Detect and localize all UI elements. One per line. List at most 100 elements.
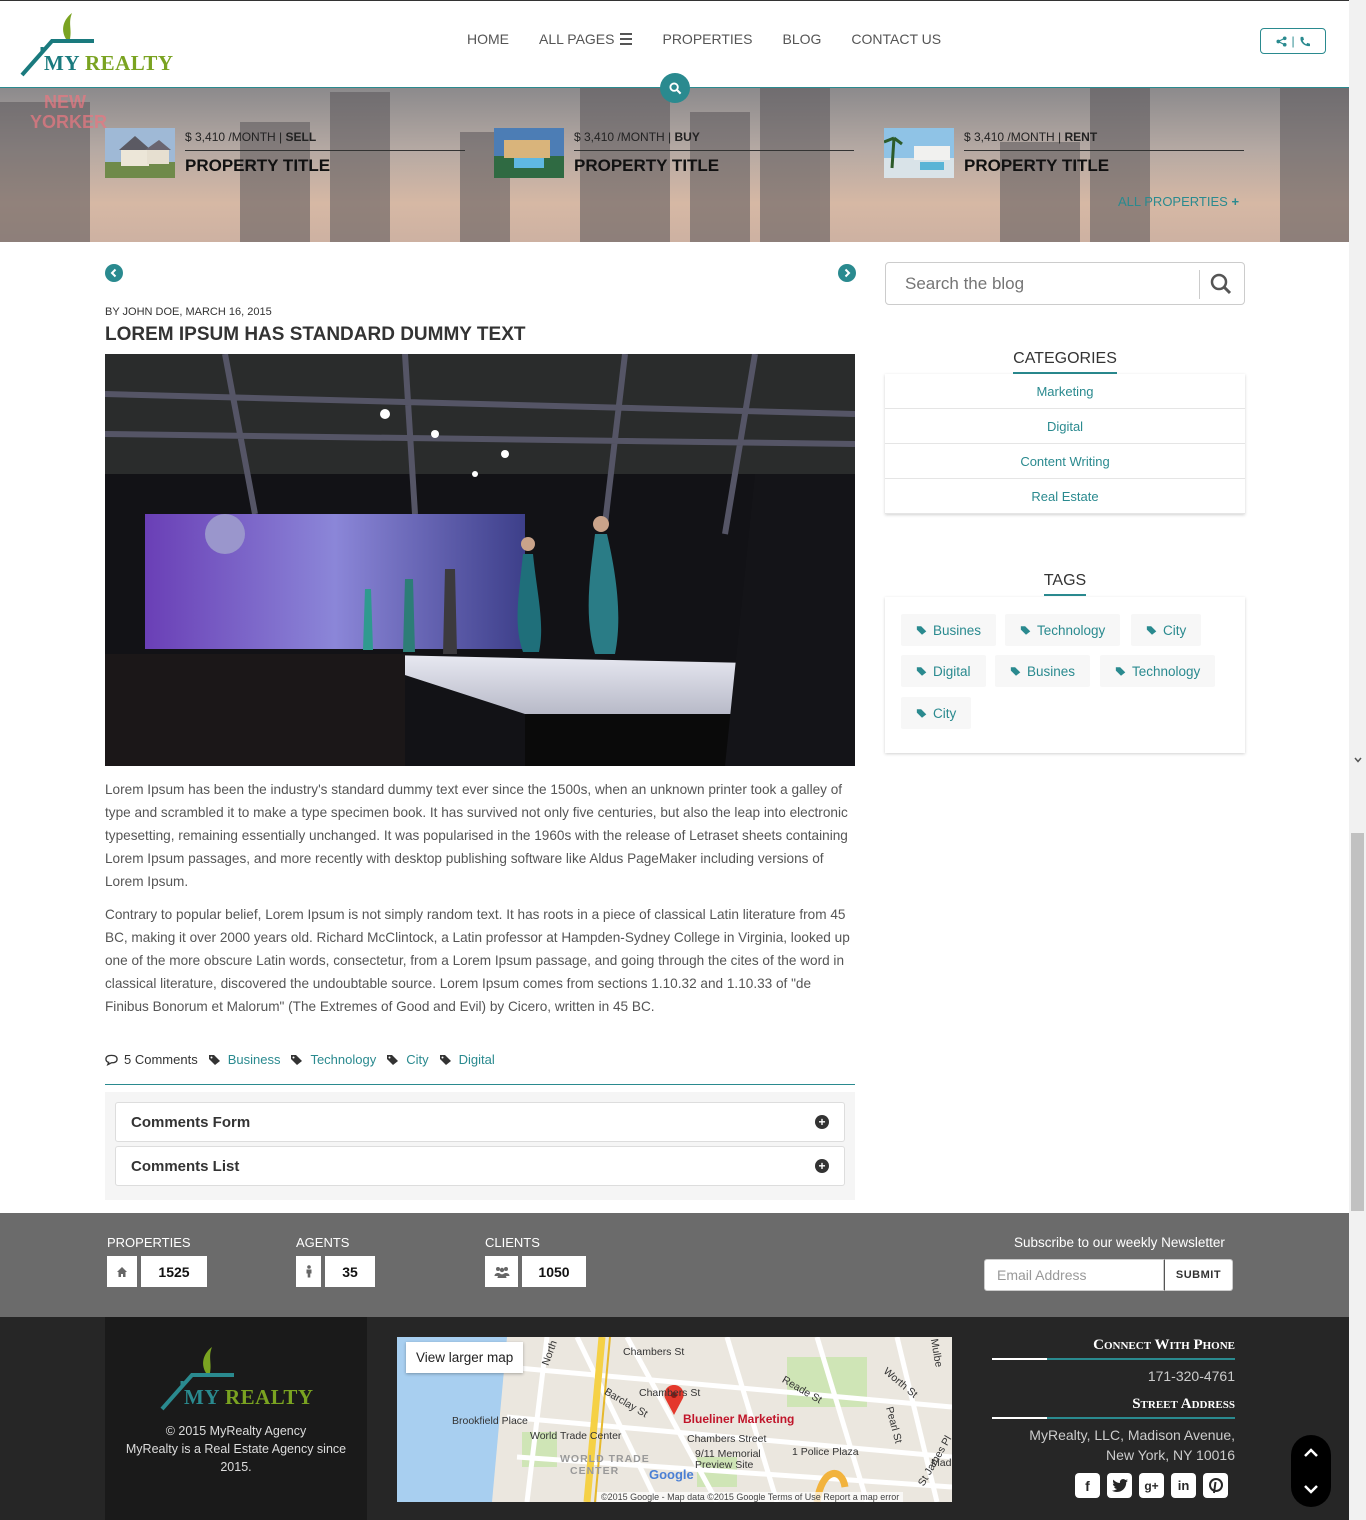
property-title: PROPERTY TITLE — [574, 156, 720, 175]
post-paragraph: Lorem Ipsum has been the industry's stan… — [105, 782, 848, 889]
tags-cloud: Busines Technology City Digital Busines … — [885, 597, 1245, 753]
post-tag[interactable]: Technology — [310, 1052, 376, 1067]
newsletter-submit-button[interactable]: SUBMIT — [1164, 1259, 1233, 1291]
map-street-label: Mad — [931, 1457, 952, 1469]
twitter-icon[interactable] — [1107, 1473, 1132, 1498]
newsletter-label: Subscribe to our weekly Newsletter — [1014, 1235, 1225, 1250]
blog-search-input[interactable] — [887, 264, 1197, 303]
property-price: $ 3,410 /MONTH | RENT — [964, 130, 1098, 144]
main-nav: HOME ALL PAGES PROPERTIES BLOG CONTACT U… — [452, 31, 956, 47]
header-search-button[interactable] — [660, 73, 690, 103]
scroll-controls — [1291, 1435, 1331, 1507]
property-title: PROPERTY TITLE — [964, 156, 1110, 175]
phone-number[interactable]: 171-320-4761 — [992, 1366, 1235, 1386]
nav-contact[interactable]: CONTACT US — [836, 31, 956, 47]
address-heading: Street Address — [1132, 1396, 1235, 1412]
tag-icon — [208, 1054, 220, 1065]
facebook-icon[interactable]: f — [1075, 1473, 1100, 1498]
tag-pill[interactable]: City — [901, 697, 972, 729]
property-title: PROPERTY TITLE — [185, 156, 331, 175]
stat-properties: PROPERTIES 1525 — [107, 1235, 207, 1287]
nav-blog[interactable]: BLOG — [767, 31, 836, 47]
accordion-label: Comments List — [131, 1157, 240, 1175]
tag-pill[interactable]: Busines — [995, 655, 1091, 687]
property-thumbnail — [494, 128, 564, 178]
category-item[interactable]: Real Estate — [885, 479, 1245, 514]
map-street-label: Chambers St — [623, 1346, 685, 1358]
site-logo[interactable]: MY REALTY — [20, 9, 180, 79]
map-street-label: Chambers St — [639, 1387, 701, 1399]
post-tag[interactable]: Digital — [459, 1052, 495, 1067]
tag-icon — [387, 1054, 399, 1065]
phone-icon — [1300, 36, 1310, 46]
property-card[interactable]: $ 3,410 /MONTH | RENT PROPERTY TITLE — [884, 126, 1244, 180]
stat-value: 1050 — [522, 1256, 586, 1287]
tag-icon — [916, 625, 927, 635]
category-item[interactable]: Digital — [885, 409, 1245, 444]
property-card[interactable]: $ 3,410 /MONTH | BUY PROPERTY TITLE — [494, 126, 854, 180]
map-marker-label: Blueliner Marketing — [683, 1412, 795, 1426]
divider — [1199, 270, 1200, 299]
map-place-label: CENTER — [570, 1465, 620, 1477]
post-tag[interactable]: Business — [228, 1052, 281, 1067]
tag-icon — [1010, 666, 1021, 676]
footer-logo[interactable]: MY REALTY — [160, 1343, 320, 1413]
tag-pill[interactable]: Busines — [901, 614, 997, 646]
scroll-down-button[interactable] — [1291, 1471, 1331, 1507]
google-logo: Google — [649, 1467, 694, 1482]
category-item[interactable]: Content Writing — [885, 444, 1245, 479]
property-card[interactable]: $ 3,410 /MONTH | SELL PROPERTY TITLE — [105, 126, 465, 180]
post-title: LOREM IPSUM HAS STANDARD DUMMY TEXT — [105, 324, 526, 345]
view-larger-map-link[interactable]: View larger map — [406, 1342, 524, 1373]
category-item[interactable]: Marketing — [885, 374, 1245, 409]
categories-heading: CATEGORIES — [885, 350, 1245, 374]
tag-pill[interactable]: Digital — [901, 655, 986, 687]
plus-icon: + — [1231, 194, 1240, 209]
plus-circle-icon: + — [815, 1159, 829, 1173]
linkedin-icon[interactable]: in — [1171, 1473, 1196, 1498]
categories-list: Marketing Digital Content Writing Real E… — [885, 374, 1245, 514]
tag-icon — [916, 666, 927, 676]
divider — [185, 150, 465, 151]
tag-pill[interactable]: City — [1131, 614, 1202, 646]
map-place-label: 1 Police Plaza — [792, 1446, 859, 1458]
google-plus-icon[interactable]: g+ — [1139, 1473, 1164, 1498]
nav-all-pages[interactable]: ALL PAGES — [524, 31, 647, 47]
comments-count[interactable]: 5 Comments — [124, 1052, 198, 1067]
share-phone-button[interactable]: | — [1260, 28, 1326, 54]
plus-circle-icon: + — [815, 1115, 829, 1129]
users-icon — [485, 1256, 518, 1287]
scroll-arrow-down[interactable] — [1351, 754, 1364, 766]
map-attribution[interactable]: ©2015 Google - Map data ©2015 Google Ter… — [597, 1492, 904, 1502]
pinterest-icon[interactable] — [1203, 1473, 1228, 1498]
prev-post-button[interactable] — [105, 264, 123, 282]
location-map[interactable]: View larger map Chambers St Chambers St … — [397, 1337, 952, 1502]
scrollbar-thumb[interactable] — [1351, 833, 1364, 1211]
skyline-building — [1280, 88, 1349, 242]
tag-icon — [916, 708, 927, 718]
scroll-up-button[interactable] — [1291, 1435, 1331, 1471]
nav-properties[interactable]: PROPERTIES — [647, 31, 767, 47]
comments-accordion: Comments Form + Comments List + — [105, 1092, 855, 1200]
post-body: Lorem Ipsum has been the industry's stan… — [105, 778, 857, 1028]
logo-text: MY REALTY — [44, 51, 174, 75]
divider — [574, 150, 854, 151]
post-tag[interactable]: City — [406, 1052, 428, 1067]
map-place-label: Preview Site — [695, 1459, 754, 1471]
nav-home[interactable]: HOME — [452, 31, 524, 47]
accordion-label: Comments Form — [131, 1113, 251, 1131]
stats-bar: PROPERTIES 1525 AGENTS 35 CLIENTS 1050 S… — [0, 1213, 1349, 1317]
tag-icon — [439, 1054, 451, 1065]
all-properties-link[interactable]: ALL PROPERTIES + — [1118, 194, 1239, 209]
chevron-down-icon — [1304, 1485, 1318, 1494]
stat-label: PROPERTIES — [107, 1235, 191, 1250]
tag-pill[interactable]: Technology — [1100, 655, 1216, 687]
tag-pill[interactable]: Technology — [1005, 614, 1121, 646]
search-button[interactable] — [1209, 272, 1233, 301]
footer-copyright: © 2015 MyRealty Agency MyRealty is a Rea… — [125, 1424, 347, 1474]
comments-list-toggle[interactable]: Comments List + — [115, 1146, 845, 1186]
newsletter-email-input[interactable]: Email Address — [984, 1259, 1164, 1291]
stat-value: 1525 — [141, 1256, 207, 1287]
comments-form-toggle[interactable]: Comments Form + — [115, 1102, 845, 1142]
next-post-button[interactable] — [838, 264, 856, 282]
